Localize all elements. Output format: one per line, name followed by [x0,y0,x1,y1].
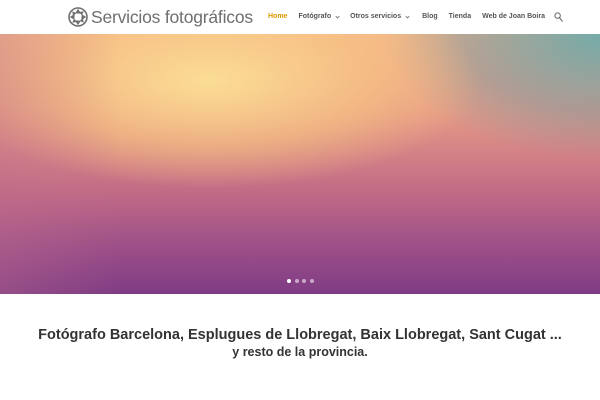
chevron-down-icon [335,13,340,19]
hero-slider [0,34,600,294]
nav-item-label: Web de Joan Boira [482,13,545,20]
slider-pagination [287,279,317,283]
slider-dot[interactable] [287,279,291,283]
slider-dot[interactable] [294,279,299,283]
camera-aperture-icon [68,7,88,27]
nav-item-web-joan-boira[interactable]: Web de Joan Boira [482,12,545,22]
site-logo[interactable]: Servicios fotográficos [68,7,253,27]
slider-dot[interactable] [309,279,314,283]
chevron-down-icon [405,13,410,19]
nav-item-blog[interactable]: Blog [422,12,438,22]
nav-item-otros-servicios[interactable]: Otros servicios [350,12,410,22]
main-nav: Home Fotógrafo Otros servicios Blog Tien… [268,12,563,22]
nav-item-home[interactable]: Home [268,12,287,22]
nav-item-label: Fotógrafo [298,13,332,20]
site-header: Servicios fotográficos Home Fotógrafo Ot… [0,0,600,34]
page-subheading: y resto de la provincia. [232,345,368,359]
search-icon[interactable] [554,12,563,22]
nav-item-label: Otros servicios [350,13,402,20]
nav-item-fotografo[interactable]: Fotógrafo [298,12,340,22]
site-title: Servicios fotográficos [91,7,253,27]
nav-item-tienda[interactable]: Tienda [449,12,471,22]
nav-item-label: Tienda [448,13,472,20]
slider-dot[interactable] [302,279,306,283]
page-heading: Fotógrafo Barcelona, Esplugues de Llobre… [38,327,562,343]
nav-item-label: Blog [422,13,438,20]
nav-item-label: Home [268,13,288,20]
hero-background [0,34,120,294]
